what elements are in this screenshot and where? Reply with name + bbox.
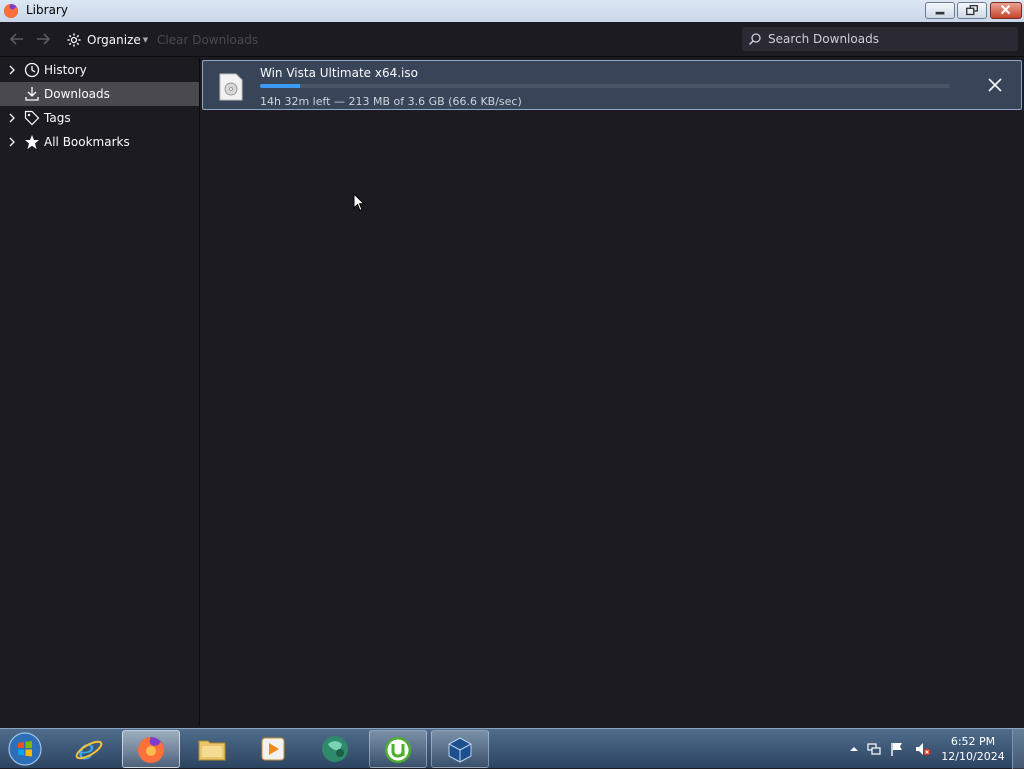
sidebar-item-label: Tags xyxy=(44,111,71,125)
volume-muted-icon[interactable] xyxy=(915,741,931,757)
minimize-icon xyxy=(935,11,945,15)
show-desktop-button[interactable] xyxy=(1012,729,1024,769)
show-hidden-icons-icon[interactable] xyxy=(846,741,862,757)
taskbar-firefox[interactable] xyxy=(122,730,180,768)
chevron-down-icon: ▼ xyxy=(142,36,149,44)
internet-explorer-icon: e xyxy=(75,734,103,764)
close-button[interactable] xyxy=(990,2,1022,19)
globe-icon xyxy=(322,736,348,762)
sidebar-item-label: History xyxy=(44,63,87,77)
taskbar-utorrent[interactable] xyxy=(369,730,427,768)
clear-downloads-button[interactable]: Clear Downloads xyxy=(157,33,258,47)
sidebar-item-history[interactable]: History xyxy=(0,58,199,82)
download-progress-fill xyxy=(260,84,301,88)
clock-time: 6:52 PM xyxy=(950,735,996,748)
minimize-button[interactable] xyxy=(925,2,955,19)
chevron-right-icon[interactable] xyxy=(7,136,17,148)
title-bar: Library xyxy=(0,0,1024,22)
folder-icon xyxy=(198,740,226,761)
restore-button[interactable] xyxy=(957,2,987,19)
restore-icon xyxy=(966,4,978,16)
download-filename: Win Vista Ultimate x64.iso xyxy=(260,66,418,80)
network-icon[interactable] xyxy=(866,741,882,757)
taskbar-file-explorer[interactable] xyxy=(184,730,242,768)
firefox-icon xyxy=(4,4,18,18)
gear-icon xyxy=(67,33,81,47)
start-button[interactable] xyxy=(6,731,44,767)
utorrent-icon xyxy=(385,737,411,763)
library-toolbar: Organize ▼ Clear Downloads xyxy=(0,22,1024,57)
search-box[interactable] xyxy=(742,27,1018,51)
taskbar-clock[interactable]: 6:52 PM 12/10/2024 xyxy=(938,734,1008,764)
download-item[interactable]: Win Vista Ultimate x64.iso 14h 32m left … xyxy=(202,60,1022,110)
download-icon xyxy=(25,87,39,101)
taskbar-virtualbox[interactable] xyxy=(431,730,489,768)
download-status: 14h 32m left — 213 MB of 3.6 GB (66.6 KB… xyxy=(260,95,522,108)
action-center-flag-icon[interactable] xyxy=(889,741,905,757)
taskbar-media-player[interactable] xyxy=(245,730,303,768)
window-title: Library xyxy=(26,3,68,17)
close-icon xyxy=(1000,4,1011,15)
sidebar-item-tags[interactable]: Tags xyxy=(0,106,199,130)
mouse-cursor-icon xyxy=(353,193,366,212)
media-player-icon xyxy=(261,737,285,761)
search-icon xyxy=(748,33,761,46)
download-progress-bar xyxy=(260,84,950,88)
taskbar-internet-explorer[interactable]: e xyxy=(61,730,119,768)
back-arrow-icon[interactable] xyxy=(8,30,26,48)
star-icon xyxy=(25,135,39,149)
firefox-icon xyxy=(138,737,164,763)
clock-icon xyxy=(24,62,40,78)
cancel-download-icon[interactable] xyxy=(985,75,1005,95)
tag-icon xyxy=(24,110,40,126)
iso-file-icon xyxy=(219,73,243,101)
forward-arrow-icon[interactable] xyxy=(34,30,52,48)
organize-label: Organize xyxy=(87,33,141,47)
downloads-list: Win Vista Ultimate x64.iso 14h 32m left … xyxy=(201,58,1024,726)
search-input[interactable] xyxy=(766,31,1006,47)
sidebar-item-all-bookmarks[interactable]: All Bookmarks xyxy=(0,130,199,154)
sidebar-item-downloads[interactable]: Downloads xyxy=(0,82,199,106)
sidebar-item-label: Downloads xyxy=(44,87,110,101)
sidebar-item-label: All Bookmarks xyxy=(44,135,130,149)
library-sidebar: History Downloads Tags All Bookmarks xyxy=(0,58,200,726)
chevron-right-icon[interactable] xyxy=(7,64,17,76)
chevron-right-icon[interactable] xyxy=(7,112,17,124)
taskbar-browser[interactable] xyxy=(307,730,365,768)
clock-date: 12/10/2024 xyxy=(941,750,1005,763)
taskbar: e 6:52 PM 12/10/2024 xyxy=(0,728,1024,769)
organize-menu-button[interactable]: Organize ▼ xyxy=(66,30,148,50)
virtualbox-icon xyxy=(448,737,472,763)
